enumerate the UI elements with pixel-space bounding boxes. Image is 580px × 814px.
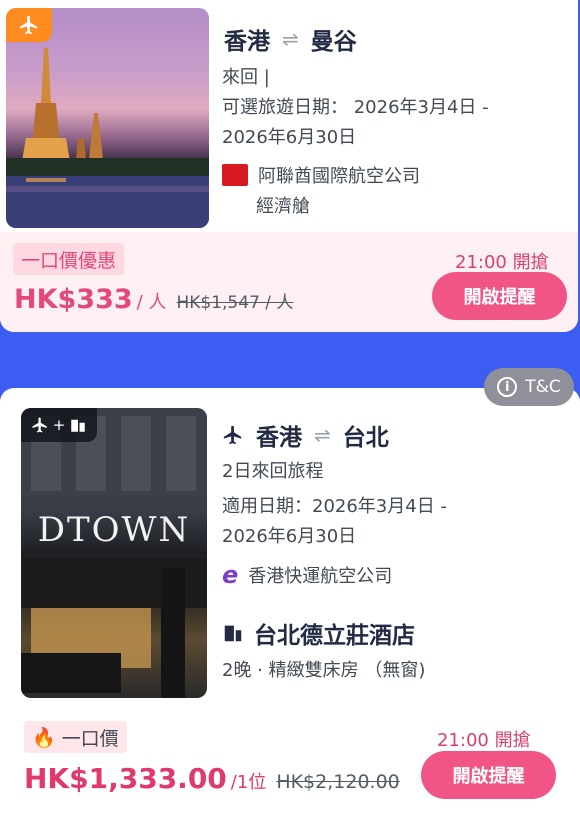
hotel-name: 台北德立莊酒店 xyxy=(254,623,415,649)
airline-row: 阿聯酋國際航空公司 xyxy=(222,162,420,188)
origin-city: 香港 xyxy=(224,29,270,55)
travel-date-start: 可選旅遊日期： 2026年3月4日 - xyxy=(222,97,489,118)
room-details: 2晚 · 精緻雙床房 （無窗) xyxy=(222,660,426,681)
travel-date-end: 2026年6月30日 xyxy=(222,526,357,547)
plane-icon xyxy=(223,425,242,445)
airline-name: 阿聯酋國際航空公司 xyxy=(258,166,420,187)
trip-type: 2日來回旅程 xyxy=(222,461,324,482)
price-row: HK$333 / 人 HK$1,547 / 人 xyxy=(14,284,293,315)
deal-tag-label: 一口價 xyxy=(61,727,119,750)
flight-hotel-badge: + xyxy=(21,408,97,442)
enable-reminder-button[interactable]: 開啟提醒 xyxy=(432,272,567,320)
deal-tag: 🔥 一口價 xyxy=(24,721,127,753)
tc-label: T&C xyxy=(525,377,561,397)
hk-express-logo: e xyxy=(222,561,239,589)
hotel-sign: DTOWN xyxy=(37,510,191,550)
plane-icon xyxy=(19,15,38,35)
route-title: 香港 ⇌ 曼谷 xyxy=(224,22,357,56)
price-unit: /1位 xyxy=(230,772,267,793)
tc-button[interactable]: i T&C xyxy=(484,368,574,406)
sale-time: 21:00 開搶 xyxy=(437,730,531,751)
destination-city: 台北 xyxy=(342,425,389,451)
info-icon: i xyxy=(497,377,518,397)
price-row: HK$1,333.00 /1位 HK$2,120.00 xyxy=(24,762,400,795)
swap-arrows-icon: ⇌ xyxy=(282,27,299,51)
taipei-hotel-image: DTOWN xyxy=(21,408,207,698)
swap-arrows-icon: ⇌ xyxy=(314,423,331,447)
plus-sign: + xyxy=(52,416,66,434)
deal-price: HK$333 xyxy=(14,284,133,315)
origin-city: 香港 xyxy=(256,425,302,451)
flight-badge xyxy=(6,8,52,42)
trip-type: 來回 | xyxy=(222,67,270,88)
route-title: 香港 ⇌ 台北 xyxy=(222,418,389,452)
original-price: HK$1,547 / 人 xyxy=(176,293,294,313)
building-icon xyxy=(71,419,86,432)
airline-row: e 香港快運航空公司 xyxy=(222,561,392,589)
deal-card-taipei[interactable]: DTOWN + 香港 ⇌ 台北 2日來回旅程 適用日期：2026年3月4日 - … xyxy=(0,388,580,814)
travel-date-start: 適用日期：2026年3月4日 - xyxy=(222,496,447,517)
sale-time: 21:00 開搶 xyxy=(455,252,549,273)
building-icon xyxy=(224,625,242,642)
deal-tag: 一口價優惠 xyxy=(13,243,125,275)
cabin-class: 經濟艙 xyxy=(256,196,310,217)
travel-date-end: 2026年6月30日 xyxy=(222,127,357,148)
deal-card-bangkok[interactable]: 香港 ⇌ 曼谷 來回 | 可選旅遊日期： 2026年3月4日 - 2026年6月… xyxy=(0,0,578,332)
destination-city: 曼谷 xyxy=(310,29,357,55)
original-price: HK$2,120.00 xyxy=(276,771,400,793)
enable-reminder-button[interactable]: 開啟提醒 xyxy=(421,751,556,799)
price-unit: / 人 xyxy=(136,292,167,313)
airline-name: 香港快運航空公司 xyxy=(248,566,393,587)
fire-icon: 🔥 xyxy=(32,726,56,749)
hotel-title: 台北德立莊酒店 xyxy=(222,616,415,650)
emirates-logo xyxy=(222,164,248,186)
plane-icon xyxy=(32,417,47,433)
deal-price: HK$1,333.00 xyxy=(24,762,227,795)
